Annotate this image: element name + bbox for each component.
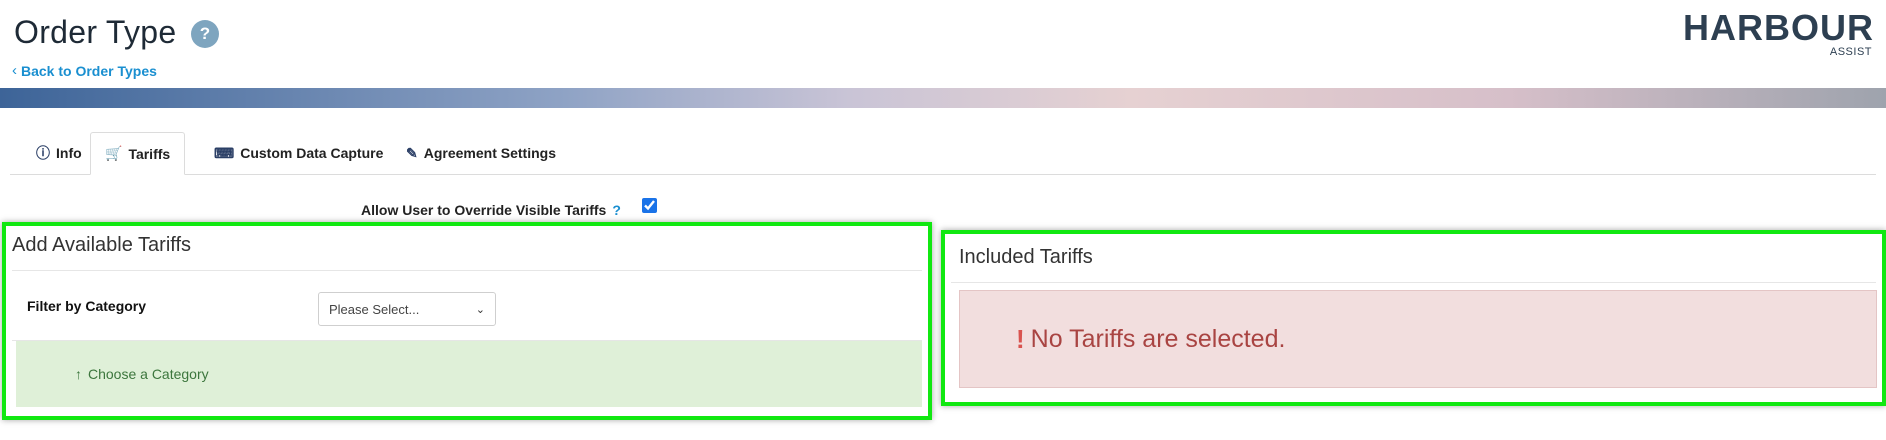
cart-icon: 🛒 [105,145,123,161]
divider [951,282,1876,283]
category-select-value: Please Select... [329,301,420,317]
choose-category-text: Choose a Category [88,366,209,382]
included-tariffs-panel: Included Tariffs ! No Tariffs are select… [941,230,1886,406]
tab-label: Agreement Settings [423,145,556,161]
tab-info[interactable]: ⓘ Info [22,132,96,174]
tab-label: Tariffs [128,145,171,162]
chevron-left-icon: ‹ [12,62,17,79]
override-checkbox[interactable] [642,198,657,213]
divider [12,270,922,271]
category-select[interactable]: Please Select... ⌄ [318,292,496,326]
choose-category-hint: ↑ Choose a Category [16,341,922,407]
tab-custom-data-capture[interactable]: ⌨ Custom Data Capture [200,132,397,174]
no-tariffs-message: No Tariffs are selected. [1030,324,1286,353]
keyboard-icon: ⌨ [214,144,235,161]
header-banner [0,88,1886,108]
available-tariffs-title: Add Available Tariffs [12,234,192,256]
help-icon[interactable]: ? [191,20,219,48]
logo-main-text: HARBOUR [1683,7,1874,48]
tab-label: Info [56,145,82,161]
back-to-order-types-link[interactable]: ‹ Back to Order Types [12,62,157,79]
override-help-icon[interactable]: ? [612,202,621,218]
override-setting: Allow User to Override Visible Tariffs ? [361,202,621,218]
tab-label: Custom Data Capture [240,145,384,161]
chevron-down-icon: ⌄ [475,303,485,316]
tab-tariffs[interactable]: 🛒 Tariffs [90,132,186,175]
tab-agreement-settings[interactable]: ✎ Agreement Settings [392,132,570,174]
included-tariffs-title: Included Tariffs [959,246,1093,268]
tab-bar: ⓘ Info 🛒 Tariffs ⌨ Custom Data Capture ✎… [10,132,1876,175]
page-title: Order Type [14,14,177,50]
logo: HARBOUR ASSIST [1683,8,1874,60]
no-tariffs-alert: ! No Tariffs are selected. [959,290,1877,388]
override-label: Allow User to Override Visible Tariffs [361,202,607,218]
pen-icon: ✎ [406,144,418,161]
exclamation-icon: ! [1016,323,1025,354]
arrow-up-icon: ↑ [75,366,82,382]
info-icon: ⓘ [36,145,50,161]
logo-sub-text: ASSIST [1829,46,1872,58]
available-tariffs-panel: Add Available Tariffs Filter by Category… [2,222,932,420]
filter-category-label: Filter by Category [27,298,147,314]
back-link-label: Back to Order Types [21,62,157,79]
